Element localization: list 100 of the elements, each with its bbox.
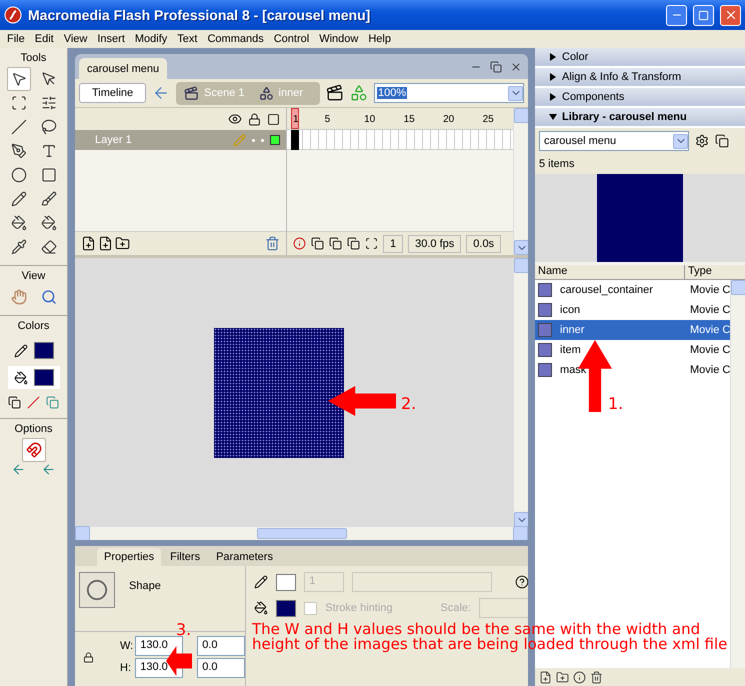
panel-header[interactable]: Components <box>535 88 745 108</box>
object-type: Shape <box>129 580 161 594</box>
add-layer-icon[interactable] <box>81 236 96 251</box>
column-header[interactable]: Name <box>535 265 685 279</box>
help-icon[interactable] <box>515 575 530 589</box>
library-item[interactable]: inner Movie C <box>535 320 730 340</box>
panel-header[interactable]: Align & Info & Transform <box>535 68 745 88</box>
stroke-swatch[interactable] <box>276 574 296 590</box>
layer-name: Layer 1 <box>95 134 133 146</box>
stroke-icon[interactable] <box>254 575 268 589</box>
menu-item[interactable]: File <box>2 33 30 45</box>
panel-tab[interactable]: Parameters <box>209 548 280 566</box>
arrow-icon <box>328 386 396 416</box>
width-label: W: <box>120 640 134 652</box>
lock-icon[interactable] <box>248 112 261 126</box>
scale-field[interactable] <box>479 598 530 618</box>
zoom-field[interactable]: 100% <box>374 83 524 103</box>
close-icon[interactable] <box>510 60 522 72</box>
frame-rate: 30.0 fps <box>408 234 462 252</box>
eye-icon[interactable] <box>228 112 242 126</box>
delete-icon[interactable] <box>590 670 603 684</box>
shape-icon <box>79 572 115 608</box>
arrow-icon <box>166 646 192 676</box>
panel-header[interactable]: Color <box>535 48 745 68</box>
current-frame: 1 <box>383 234 404 252</box>
menu-item[interactable]: Edit <box>30 33 59 45</box>
scroll-thumb[interactable] <box>256 528 346 539</box>
options-title: Options <box>14 423 52 435</box>
height-label: H: <box>120 662 132 674</box>
pencil-icon <box>233 134 246 146</box>
minimize-button[interactable] <box>666 4 687 26</box>
library-dropdown[interactable]: carousel menu <box>539 131 689 151</box>
menu-item[interactable]: Modify <box>130 33 172 45</box>
menu-item[interactable]: Window <box>314 33 364 45</box>
snap-magnet-icon[interactable] <box>22 438 46 462</box>
triangle-icon <box>549 73 557 81</box>
colors-title: Colors <box>18 320 50 332</box>
document-tab[interactable]: carousel menu <box>79 58 168 79</box>
stroke-color-icon[interactable] <box>14 344 28 358</box>
menu-item[interactable]: Insert <box>92 33 130 45</box>
outline-icon[interactable] <box>267 112 280 126</box>
stroke-style-field[interactable] <box>352 572 492 592</box>
panel-header[interactable]: Library - carousel menu <box>535 108 745 128</box>
library-item[interactable]: icon Movie C <box>535 300 730 320</box>
fill-color-swatch[interactable] <box>34 369 54 386</box>
column-header[interactable]: Type <box>685 265 712 279</box>
scale-label: Scale: <box>440 602 472 614</box>
elapsed-time: 0.0s <box>466 234 502 252</box>
trash-icon[interactable] <box>265 236 280 251</box>
annotation-label: 1. <box>608 394 624 413</box>
arrow-tool-icon[interactable] <box>6 67 30 91</box>
add-folder-icon[interactable] <box>115 236 130 251</box>
window-title: Macromedia Flash Professional 8 - [carousel menu] <box>28 7 372 23</box>
panel-tab[interactable]: Properties <box>97 548 162 566</box>
library-item[interactable]: item Movie C <box>535 340 730 360</box>
menu-item[interactable]: Control <box>268 33 314 45</box>
app-logo-icon <box>4 6 22 24</box>
fill-icon[interactable] <box>254 601 268 615</box>
triangle-icon <box>549 113 557 121</box>
scrollbar[interactable] <box>513 258 528 527</box>
x-field[interactable]: 0.0 <box>197 636 246 656</box>
new-folder-icon[interactable] <box>556 670 569 684</box>
y-field[interactable]: 0.0 <box>197 658 246 678</box>
fill-color-icon[interactable] <box>14 370 28 384</box>
annotation-note: The W and H values should be the same with the width and height of the images that are being loaded through the xml file <box>252 622 728 652</box>
horizontal-scrollbar[interactable] <box>75 527 528 540</box>
width-field[interactable]: 130.0 <box>135 636 184 656</box>
shape-square[interactable] <box>214 328 344 458</box>
menu-item[interactable]: Text <box>172 33 202 45</box>
properties-icon[interactable] <box>573 670 586 684</box>
maximize-icon <box>698 10 709 20</box>
default-colors-icon[interactable] <box>8 396 21 409</box>
maximize-button[interactable] <box>693 4 714 26</box>
panel-tab[interactable]: Filters <box>163 548 208 566</box>
no-color-icon[interactable] <box>27 396 40 409</box>
annotation-label: 3. <box>176 620 192 639</box>
frame-row[interactable] <box>287 130 513 150</box>
annotation-label: 2. <box>401 394 416 413</box>
item-count: 5 items <box>535 154 745 174</box>
add-guide-icon[interactable] <box>98 236 113 251</box>
menu-item[interactable]: Help <box>363 33 396 45</box>
menu-item[interactable]: Commands <box>202 33 269 45</box>
checkbox[interactable] <box>304 602 318 614</box>
close-button[interactable] <box>720 4 741 26</box>
scrollbar[interactable] <box>730 280 745 668</box>
lock-icon[interactable] <box>83 652 94 662</box>
library-item[interactable]: carousel_container Movie C <box>535 280 730 300</box>
edit-scene-icon[interactable] <box>326 84 344 102</box>
clapperboard-icon <box>184 86 200 100</box>
swap-colors-icon[interactable] <box>46 396 59 409</box>
menu-item[interactable]: View <box>58 33 92 45</box>
stroke-hinting-label: Stroke hinting <box>325 602 393 614</box>
fill-swatch[interactable] <box>276 600 296 616</box>
new-symbol-icon[interactable] <box>539 670 552 684</box>
scrollbar[interactable] <box>513 108 528 255</box>
frame-ruler: 1 5 10 15 20 25 <box>287 108 513 130</box>
triangle-icon <box>549 53 557 61</box>
stroke-color-swatch[interactable] <box>34 342 54 359</box>
restore-icon[interactable] <box>490 60 502 72</box>
timeline-button[interactable]: Timeline <box>79 83 146 103</box>
